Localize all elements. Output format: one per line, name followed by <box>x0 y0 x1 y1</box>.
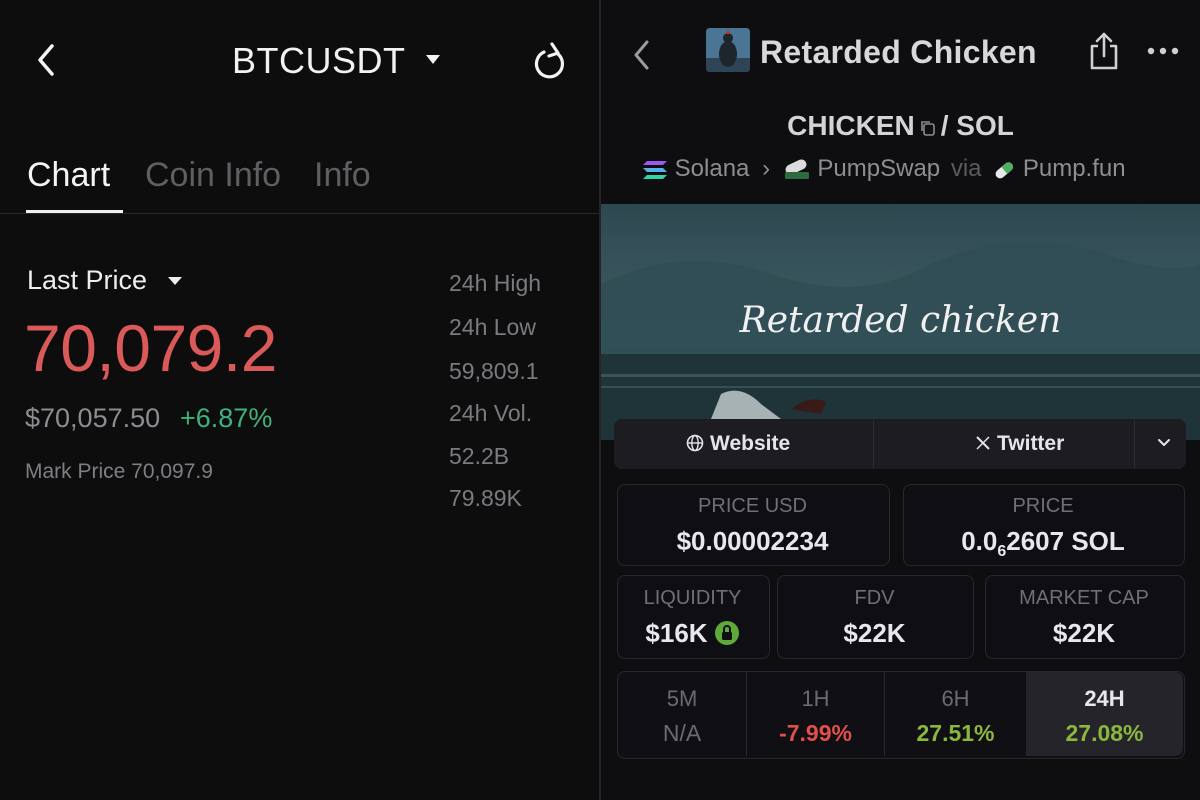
timeframe-5m[interactable]: 5M N/A <box>618 672 746 756</box>
price-sol-label: PRICE <box>1012 495 1074 517</box>
tab-coin-info[interactable]: Coin Info <box>145 156 281 195</box>
fdv-label: FDV <box>854 587 895 609</box>
website-button[interactable]: Website <box>686 432 790 456</box>
token-avatar <box>706 28 750 72</box>
timeframe-1h[interactable]: 1H -7.99% <box>747 672 884 756</box>
timeframe-value: N/A <box>662 720 702 746</box>
chevron-right-icon: › <box>762 155 771 182</box>
caret-down-icon[interactable] <box>426 55 440 64</box>
link-separator <box>873 420 874 468</box>
price-sol-zeros: 6 <box>997 543 1007 561</box>
token-title: Retarded Chicken <box>760 34 1037 70</box>
symbol-title[interactable]: BTCUSDT <box>232 40 406 82</box>
timeframe-6h[interactable]: 6H 27.51% <box>885 672 1026 756</box>
stat-vol-value: 52.2B <box>449 443 510 469</box>
pair-base: CHICKEN <box>787 110 915 141</box>
timeframe-label: 5M <box>666 686 698 711</box>
pumpswap-icon <box>784 159 809 179</box>
timeframe-24h[interactable]: 24H 27.08% <box>1026 672 1183 756</box>
liquidity-amount: $16K <box>645 618 708 648</box>
market-cap-label: MARKET CAP <box>1019 587 1149 609</box>
price-sol-prefix: 0.0 <box>961 526 998 556</box>
chevron-left-icon[interactable] <box>30 40 62 80</box>
liquidity-label: LIQUIDITY <box>643 587 742 609</box>
chevron-down-icon[interactable] <box>1156 437 1172 449</box>
copy-icon[interactable] <box>919 119 937 137</box>
twitter-button[interactable]: Twitter <box>975 432 1064 456</box>
timeframe-label: 24H <box>1084 686 1125 711</box>
via-text: via <box>950 155 982 182</box>
lock-icon <box>714 621 739 645</box>
stat-24h-low-label: 24h Low <box>449 314 536 340</box>
chicken-avatar-icon <box>706 28 750 72</box>
x-logo-icon <box>976 436 990 450</box>
website-label: Website <box>710 432 791 455</box>
last-price-label[interactable]: Last Price <box>27 265 147 296</box>
pumpfun-pill-icon <box>995 162 1014 179</box>
price-sol-value: 0.062607 SOL <box>903 526 1183 561</box>
last-price: 70,079.2 <box>24 311 277 385</box>
stat-24h-vol-label: 24h Vol. <box>449 400 533 426</box>
mark-price: Mark Price 70,097.9 <box>25 460 213 483</box>
timeframe-value: 27.51% <box>916 720 995 746</box>
liquidity-value: $16K <box>617 618 768 649</box>
tab-separator <box>0 213 599 214</box>
link-separator <box>1134 420 1135 468</box>
change-percent: +6.87% <box>180 403 273 433</box>
stat-24h-low-value: 59,809.1 <box>449 358 539 384</box>
price-sol-digits: 2607 SOL <box>1006 526 1125 556</box>
twitter-label: Twitter <box>997 432 1065 455</box>
timeframe-label: 6H <box>941 686 970 711</box>
timeframe-value: -7.99% <box>779 720 852 746</box>
dex-name[interactable]: PumpSwap <box>817 155 940 182</box>
pair-quote: / SOL <box>940 110 1014 141</box>
price-usd-value: $0.00002234 <box>676 526 829 556</box>
stat-24h-high-label: 24h High <box>449 270 542 296</box>
banner-title: Retarded chicken <box>739 300 1062 341</box>
timeframe-value: 27.08% <box>1065 720 1144 746</box>
caret-down-icon[interactable] <box>168 277 182 285</box>
chevron-left-icon[interactable] <box>628 38 654 72</box>
chain-breadcrumb: Solana › PumpSwap via Pump.fun <box>642 155 1126 183</box>
refresh-icon[interactable] <box>530 40 570 84</box>
market-cap-value: $22K <box>1052 618 1116 648</box>
solana-icon <box>643 160 667 179</box>
globe-icon <box>686 434 704 452</box>
share-icon[interactable] <box>1086 30 1122 72</box>
pair-heading: CHICKEN / SOL <box>601 110 1200 142</box>
tab-chart[interactable]: Chart <box>27 156 110 195</box>
stat-vol-quote-value: 79.89K <box>449 485 522 511</box>
timeframe-label: 1H <box>801 686 830 711</box>
chain-name[interactable]: Solana <box>675 155 750 182</box>
price-usd-label: PRICE USD <box>698 495 807 517</box>
more-icon[interactable] <box>1146 44 1180 58</box>
usd-price: $70,057.50 <box>25 403 161 433</box>
fdv-value: $22K <box>843 618 906 648</box>
tab-info[interactable]: Info <box>314 156 371 195</box>
launchpad-name[interactable]: Pump.fun <box>1023 155 1126 182</box>
